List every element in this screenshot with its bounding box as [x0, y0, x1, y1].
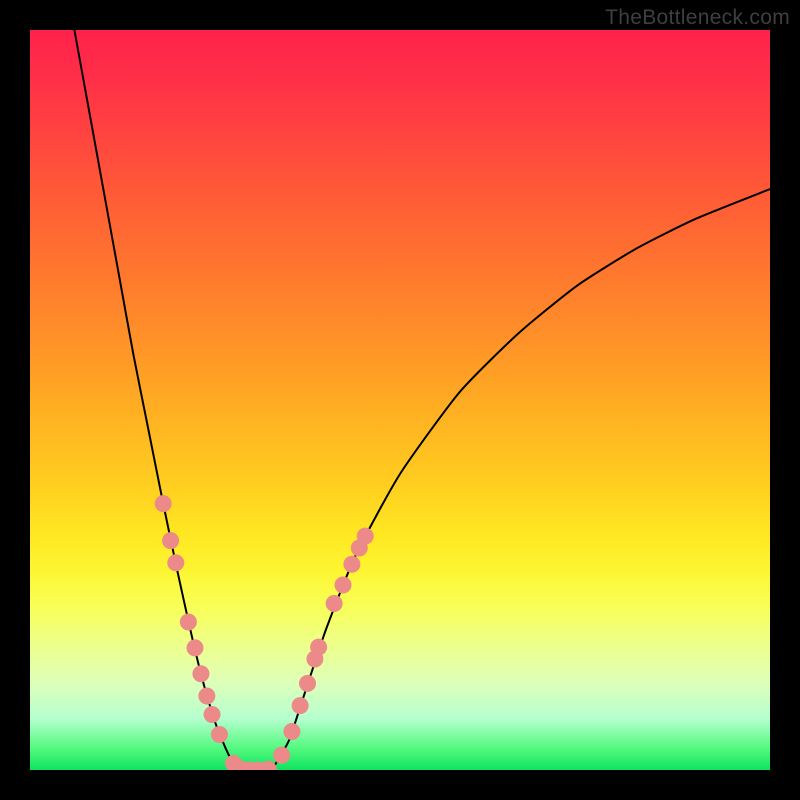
data-marker: [326, 595, 343, 612]
data-marker: [310, 639, 327, 656]
data-marker: [204, 706, 221, 723]
data-marker: [335, 577, 352, 594]
data-marker: [343, 556, 360, 573]
plot-area: [30, 30, 770, 770]
watermark-label: TheBottleneck.com: [605, 6, 790, 30]
data-marker: [155, 495, 172, 512]
data-marker: [198, 688, 215, 705]
chart-svg: [30, 30, 770, 770]
data-marker: [260, 761, 277, 770]
data-marker: [357, 528, 374, 545]
data-marker: [192, 665, 209, 682]
data-marker: [283, 723, 300, 740]
bottleneck-curve: [74, 30, 770, 770]
data-marker: [180, 614, 197, 631]
data-marker: [211, 726, 228, 743]
data-marker: [162, 532, 179, 549]
data-marker: [187, 639, 204, 656]
data-marker: [273, 747, 290, 764]
data-marker: [167, 554, 184, 571]
chart-frame: TheBottleneck.com: [0, 0, 800, 800]
data-marker: [299, 675, 316, 692]
data-marker: [292, 697, 309, 714]
